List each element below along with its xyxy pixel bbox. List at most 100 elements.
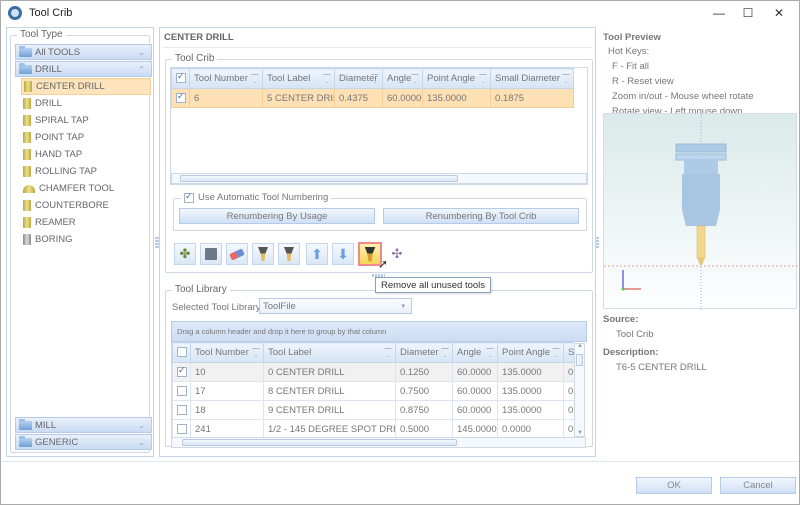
- col-diameter[interactable]: Diameter: [395, 342, 453, 363]
- save-icon: [205, 248, 217, 260]
- import-tools-button[interactable]: ✤: [174, 243, 196, 265]
- select-all-checkbox[interactable]: [172, 342, 191, 363]
- cell: 0.7500: [395, 381, 453, 401]
- tool-type-item-reamer[interactable]: REAMER: [21, 214, 151, 231]
- tool-type-list: CENTER DRILL DRILL SPIRAL TAP POINT TAP …: [21, 78, 151, 248]
- crib-grid: Tool Number Tool Label Diameter Angle Po…: [170, 67, 588, 185]
- tool-type-item-boring[interactable]: BORING: [21, 231, 151, 248]
- renumber-by-crib-button[interactable]: Renumbering By Tool Crib: [383, 208, 579, 224]
- tool-options-button[interactable]: ✣: [386, 243, 408, 265]
- cell: 6: [189, 88, 263, 108]
- crib-horizontal-scrollbar[interactable]: [171, 173, 587, 184]
- library-horizontal-scrollbar[interactable]: [171, 437, 586, 448]
- cancel-button[interactable]: Cancel: [720, 477, 796, 494]
- filter-icon: [552, 348, 560, 357]
- scroll-down-icon[interactable]: ▼: [577, 430, 583, 436]
- folder-icon: [19, 45, 32, 57]
- erase-button[interactable]: [226, 243, 248, 265]
- tool-type-item-center-drill[interactable]: CENTER DRILL: [21, 78, 151, 95]
- header-drill[interactable]: DRILL ⌃: [15, 61, 152, 77]
- maximize-button[interactable]: ☐: [732, 1, 764, 25]
- scroll-thumb[interactable]: [576, 354, 583, 366]
- tool-preview-title: Tool Preview: [603, 32, 661, 43]
- row-checkbox[interactable]: [171, 88, 190, 108]
- col-point-angle[interactable]: Point Angle: [422, 68, 491, 89]
- select-all-checkbox[interactable]: [171, 68, 190, 89]
- save-button[interactable]: [200, 243, 222, 265]
- hotkey-item: Zoom in/out - Mouse wheel rotate: [612, 91, 754, 102]
- tool-type-item-spiral-tap[interactable]: SPIRAL TAP: [21, 112, 151, 129]
- auto-numbering-checkbox[interactable]: Use Automatic Tool Numbering: [181, 191, 332, 203]
- row-checkbox[interactable]: [172, 400, 191, 420]
- description-label: Description:: [603, 347, 659, 358]
- header-generic[interactable]: GENERIC ⌄: [15, 434, 152, 450]
- col-tool-label[interactable]: Tool Label: [263, 342, 396, 363]
- item-label: DRILL: [35, 98, 62, 109]
- col-tool-label[interactable]: Tool Label: [262, 68, 335, 89]
- header-all-tools[interactable]: All TOOLS ⌄: [15, 44, 152, 60]
- row-checkbox[interactable]: [172, 362, 191, 382]
- dropdown-arrow-icon: ▾: [401, 303, 405, 310]
- cell: 9 CENTER DRILL: [263, 400, 396, 420]
- scroll-thumb[interactable]: [180, 175, 458, 182]
- scroll-thumb[interactable]: [182, 439, 457, 446]
- move-up-button[interactable]: ⬆: [306, 243, 328, 265]
- table-row[interactable]: 10 0 CENTER DRILL 0.1250 60.0000 135.000…: [172, 362, 574, 382]
- table-row[interactable]: 6 5 CENTER DRILL 0.4375 60.0000 135.0000…: [171, 88, 574, 108]
- folder-icon: [19, 62, 32, 74]
- col-angle[interactable]: Angle: [452, 342, 498, 363]
- row-checkbox[interactable]: [172, 419, 191, 437]
- folder-icon: [19, 418, 32, 430]
- reamer-icon: [23, 217, 31, 228]
- axis-origin: [621, 287, 625, 291]
- point-tap-icon: [23, 132, 31, 143]
- col-angle[interactable]: Angle: [382, 68, 423, 89]
- move-down-button[interactable]: ⬇: [332, 243, 354, 265]
- filter-icon: [562, 74, 570, 83]
- cell: 135.0000: [497, 362, 564, 382]
- col-small-diameter[interactable]: S: [563, 342, 574, 363]
- filter-icon: [252, 348, 260, 357]
- tool-type-item-chamfer-tool[interactable]: CHAMFER TOOL: [21, 180, 151, 197]
- table-row[interactable]: 17 8 CENTER DRILL 0.7500 60.0000 135.000…: [172, 381, 574, 401]
- col-tool-number[interactable]: Tool Number: [190, 342, 264, 363]
- col-point-angle[interactable]: Point Angle: [497, 342, 564, 363]
- title-bar: Tool Crib — ☐ ✕: [1, 1, 799, 25]
- tool-type-item-hand-tap[interactable]: HAND TAP: [21, 146, 151, 163]
- tool-model: [604, 114, 798, 310]
- col-diameter[interactable]: Diameter: [334, 68, 383, 89]
- tool-type-item-counterbore[interactable]: COUNTERBORE: [21, 197, 151, 214]
- source-label: Source:: [603, 314, 639, 325]
- cell: 0: [563, 419, 574, 437]
- tool-library-select[interactable]: ToolFile ▾: [259, 298, 412, 314]
- header-mill[interactable]: MILL ⌄: [15, 417, 152, 433]
- close-button[interactable]: ✕: [763, 1, 795, 25]
- table-row[interactable]: 241 1/2 - 145 DEGREE SPOT DRILL 0.5000 1…: [172, 419, 574, 437]
- library-vertical-scrollbar[interactable]: ▲ ▼: [574, 343, 585, 437]
- edit-tool-button[interactable]: [252, 243, 274, 265]
- item-label: CENTER DRILL: [36, 81, 105, 92]
- col-small-diameter[interactable]: Small Diameter: [490, 68, 574, 89]
- filter-icon: [384, 348, 392, 357]
- chevron-up-icon: ⌃: [138, 64, 145, 74]
- cell: 241: [190, 419, 264, 437]
- minimize-button[interactable]: —: [703, 1, 735, 25]
- item-label: ROLLING TAP: [35, 166, 97, 177]
- ok-button[interactable]: OK: [636, 477, 712, 494]
- cell: 60.0000: [452, 362, 498, 382]
- table-row[interactable]: 18 9 CENTER DRILL 0.8750 60.0000 135.000…: [172, 400, 574, 420]
- tool-type-item-drill[interactable]: DRILL: [21, 95, 151, 112]
- tool-type-item-rolling-tap[interactable]: ROLLING TAP: [21, 163, 151, 180]
- edit-tool-icon: [258, 247, 268, 261]
- holder-body: [684, 160, 718, 174]
- arrow-up-icon: ⬆: [311, 245, 323, 262]
- add-tool-button[interactable]: [278, 243, 300, 265]
- checkbox[interactable]: [184, 191, 194, 203]
- col-tool-number[interactable]: Tool Number: [189, 68, 263, 89]
- group-by-panel[interactable]: Drag a column header and drop it here to…: [171, 321, 587, 342]
- row-checkbox[interactable]: [172, 381, 191, 401]
- renumber-by-usage-button[interactable]: Renumbering By Usage: [179, 208, 375, 224]
- tool-3d-viewport[interactable]: [603, 113, 798, 310]
- tool-type-item-point-tap[interactable]: POINT TAP: [21, 129, 151, 146]
- scroll-up-icon[interactable]: ▲: [577, 343, 583, 349]
